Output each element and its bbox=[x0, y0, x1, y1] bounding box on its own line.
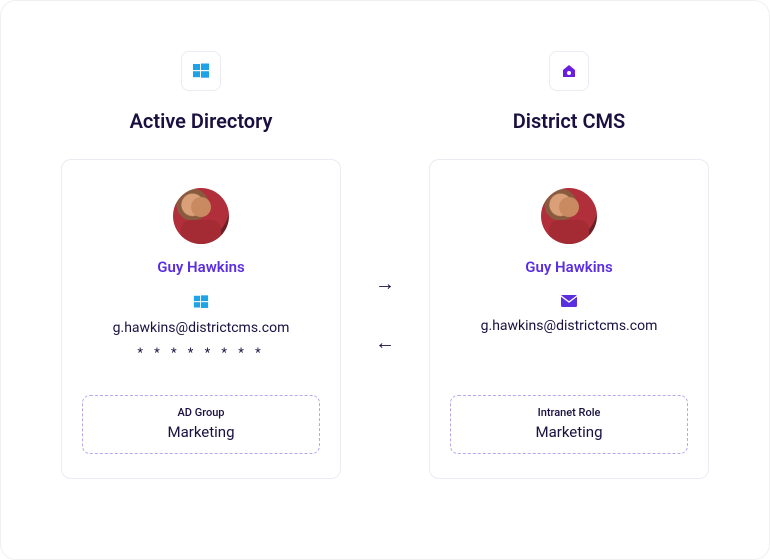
house-icon bbox=[560, 62, 578, 80]
cms-user-card: Guy Hawkins g.hawkins@districtcms.com In… bbox=[429, 159, 709, 479]
sync-arrows: → ← bbox=[375, 271, 395, 355]
ad-group-label: AD Group bbox=[83, 406, 319, 419]
intranet-role-value: Marketing bbox=[451, 423, 687, 441]
user-email: g.hawkins@districtcms.com bbox=[481, 318, 658, 334]
intranet-role-box: Intranet Role Marketing bbox=[450, 395, 688, 454]
ad-group-value: Marketing bbox=[83, 423, 319, 441]
intranet-role-label: Intranet Role bbox=[451, 406, 687, 419]
windows-icon bbox=[192, 62, 210, 80]
arrow-right-icon: → bbox=[375, 271, 395, 296]
password-mask: * * * * * * * * bbox=[137, 346, 264, 361]
ad-heading: Active Directory bbox=[130, 109, 273, 133]
cms-icon-tile bbox=[549, 51, 589, 91]
district-cms-column: District CMS Guy Hawkins g.hawkins@distr… bbox=[429, 51, 709, 479]
ad-group-box: AD Group Marketing bbox=[82, 395, 320, 454]
mail-icon bbox=[560, 294, 578, 308]
user-email: g.hawkins@districtcms.com bbox=[113, 320, 290, 336]
avatar bbox=[541, 188, 597, 244]
ad-user-card: Guy Hawkins g.hawkins@districtcms.com * … bbox=[61, 159, 341, 479]
windows-icon bbox=[193, 294, 209, 310]
windows-icon-tile bbox=[181, 51, 221, 91]
active-directory-column: Active Directory Guy Hawkins g.hawkins@d… bbox=[61, 51, 341, 479]
user-name: Guy Hawkins bbox=[157, 258, 244, 276]
avatar bbox=[173, 188, 229, 244]
user-name: Guy Hawkins bbox=[525, 258, 612, 276]
arrow-left-icon: ← bbox=[375, 330, 395, 355]
cms-heading: District CMS bbox=[513, 109, 626, 133]
sync-diagram: Active Directory Guy Hawkins g.hawkins@d… bbox=[0, 0, 770, 560]
